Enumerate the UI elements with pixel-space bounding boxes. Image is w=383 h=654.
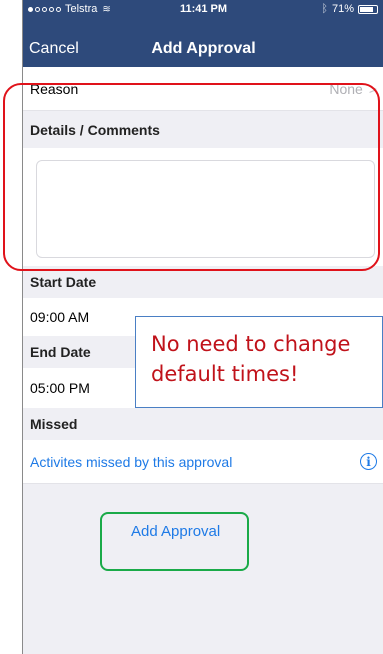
callout-line-2: default times!: [151, 362, 299, 386]
end-time-value: 05:00 PM: [30, 380, 90, 396]
missed-activities-link[interactable]: Activites missed by this approval: [30, 454, 232, 470]
status-bar: Telstra ≋ 11:41 PM ᛒ 71%: [23, 0, 383, 18]
page-title: Add Approval: [151, 40, 256, 57]
callout-line-1: No need to change: [151, 332, 351, 356]
details-highlight-annotation: [3, 83, 380, 271]
battery-percent: 71%: [331, 3, 354, 15]
start-time-value: 09:00 AM: [30, 309, 90, 325]
end-date-label: End Date: [30, 344, 91, 360]
missed-header: Missed: [23, 408, 383, 440]
info-icon[interactable]: i: [360, 453, 377, 470]
bluetooth-icon: ᛒ: [321, 3, 328, 15]
nav-row: Cancel Add Approval: [23, 38, 383, 64]
add-button-highlight-annotation: [100, 512, 249, 571]
battery-icon: [358, 4, 378, 14]
missed-activities-row[interactable]: Activites missed by this approval i: [23, 440, 383, 484]
status-right: ᛒ 71%: [321, 3, 378, 15]
times-callout: No need to change default times!: [135, 316, 383, 408]
navigation-header: Telstra ≋ 11:41 PM ᛒ 71% Cancel Add Appr…: [23, 0, 383, 67]
start-date-label: Start Date: [30, 274, 97, 290]
missed-label: Missed: [30, 416, 78, 432]
